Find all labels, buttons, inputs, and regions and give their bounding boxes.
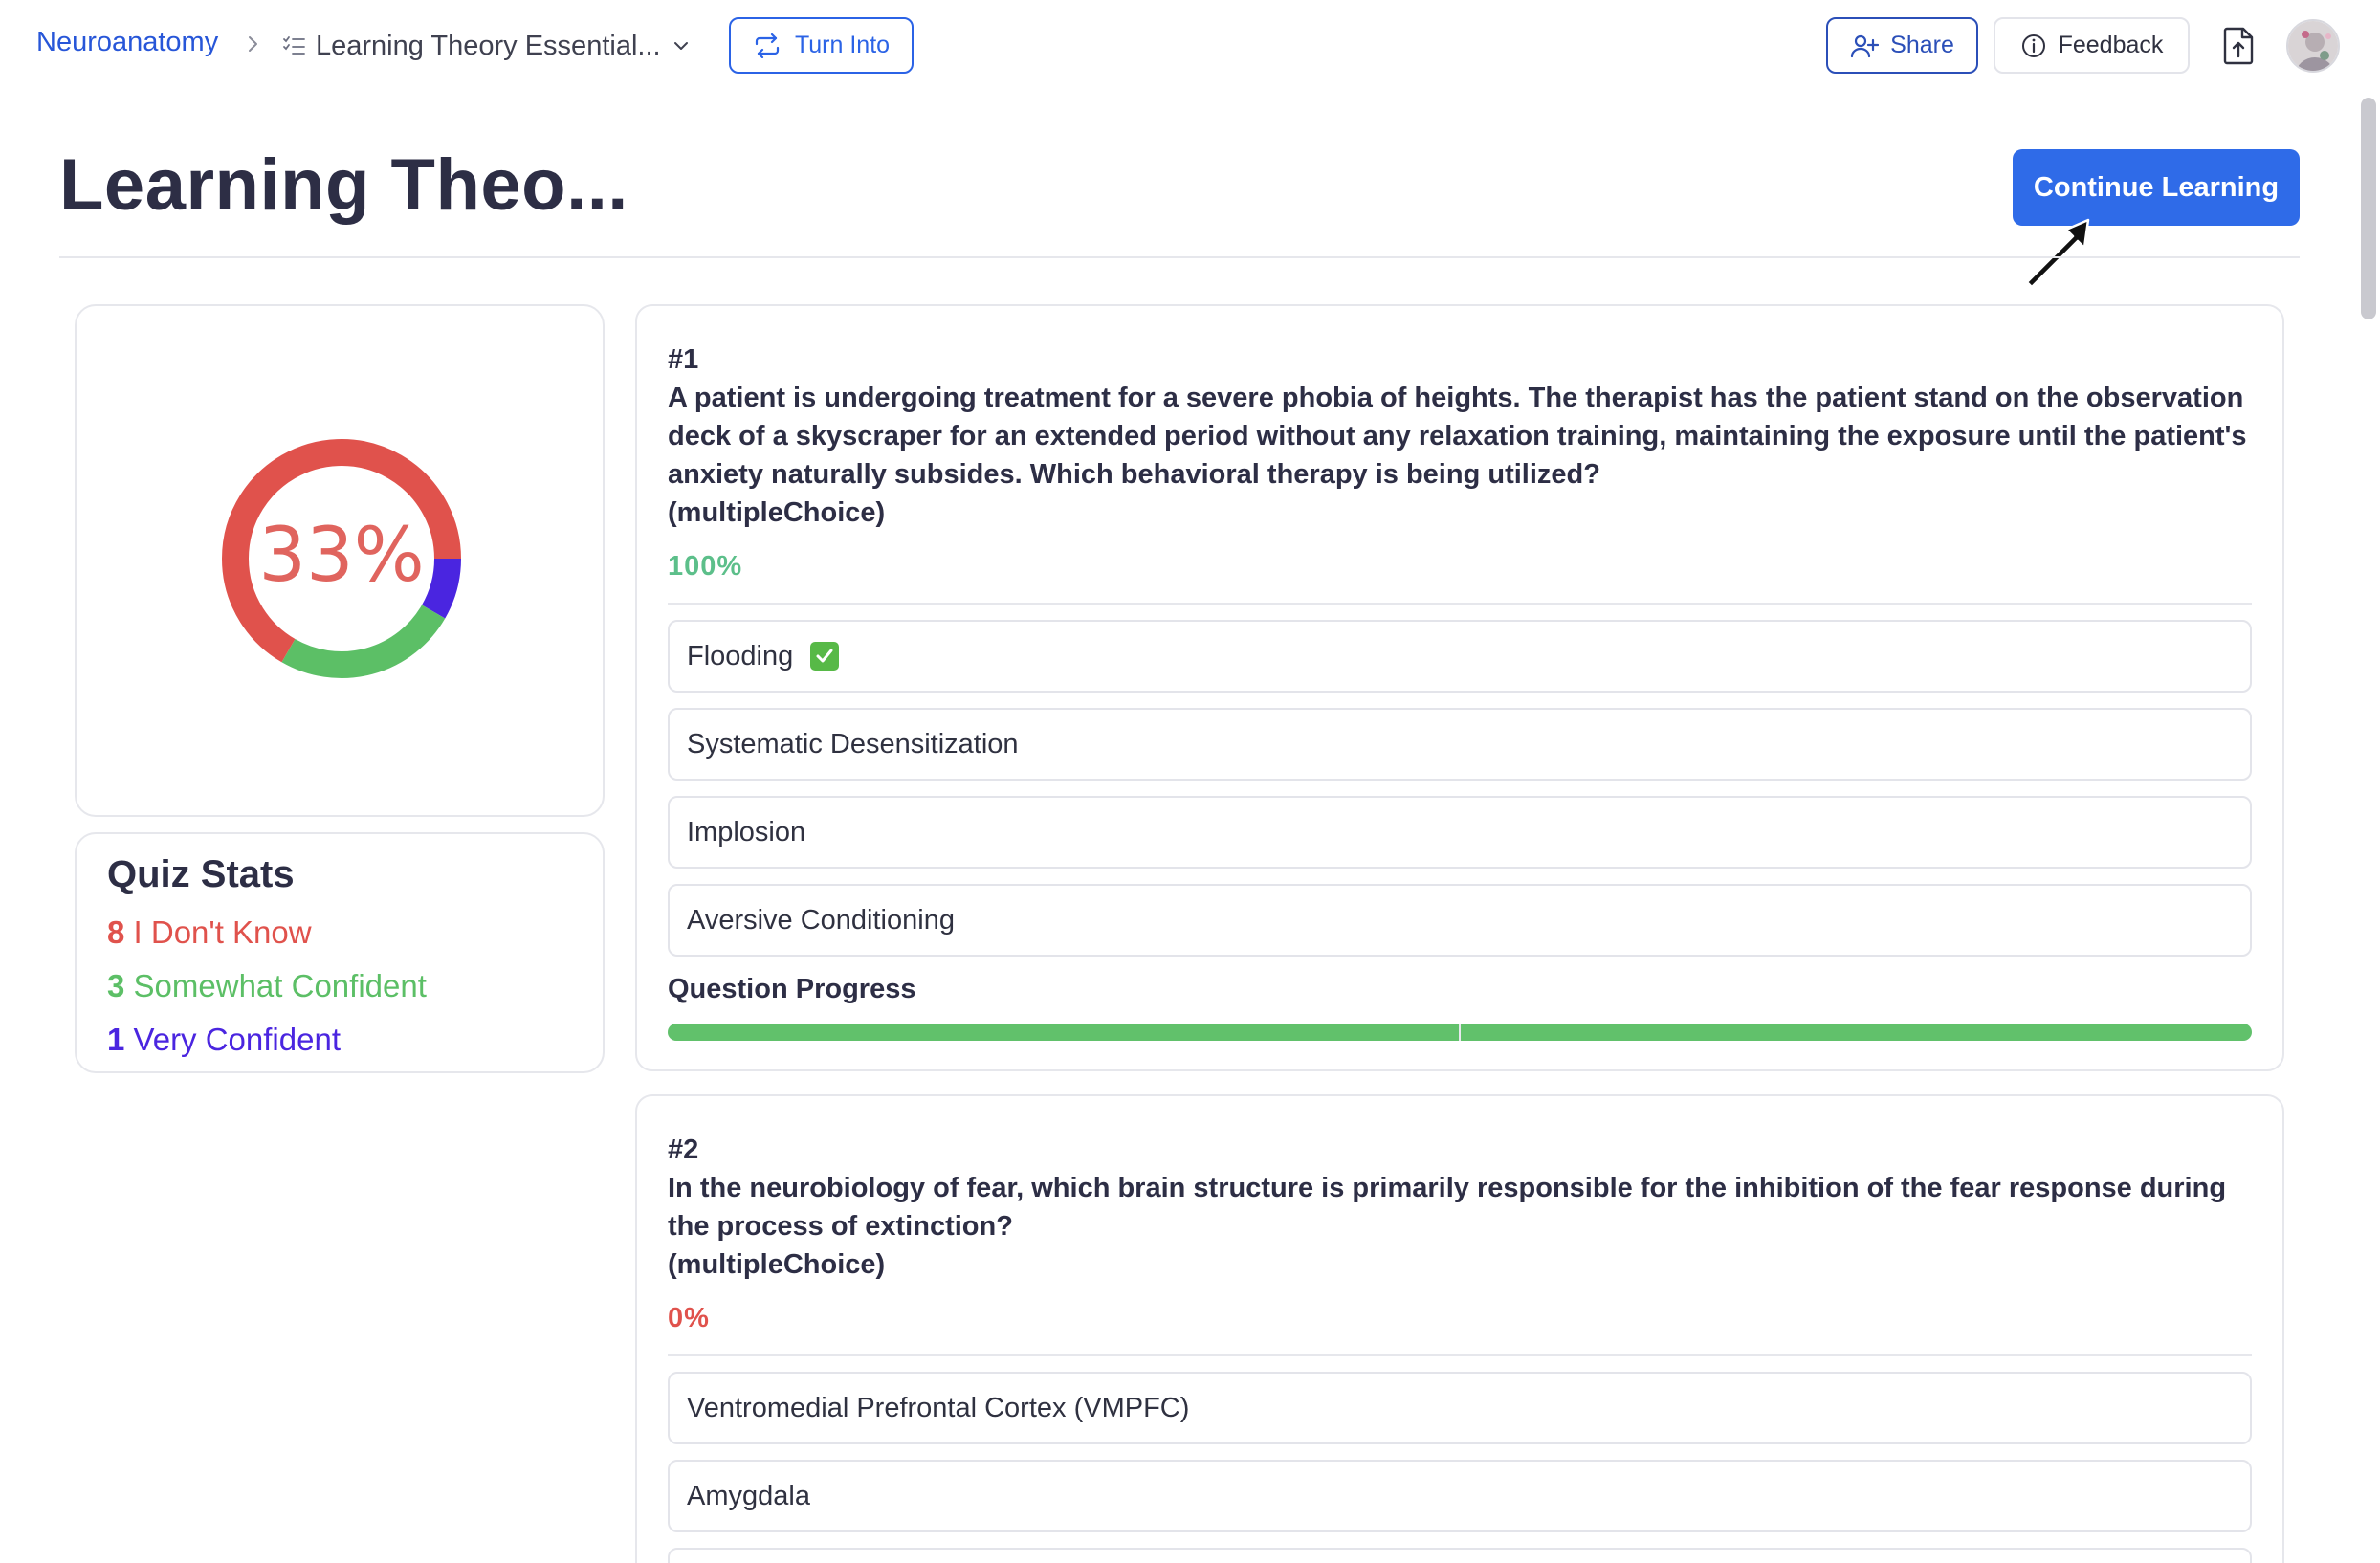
stat-dont-know-label: I Don't Know	[124, 914, 312, 950]
question-text: A patient is undergoing treatment for a …	[668, 383, 2247, 490]
chevron-down-icon	[673, 42, 688, 50]
answer-option[interactable]: Amygdala	[668, 1460, 2252, 1532]
repeat-icon	[755, 33, 780, 58]
question-type: (multipleChoice)	[668, 497, 886, 528]
top-bar: Neuroanatomy Learning Theory Essential..…	[0, 0, 2380, 92]
stat-very-confident: 1 Very Confident	[107, 1013, 572, 1067]
question-card-2: #2 In the neurobiology of fear, which br…	[635, 1094, 2284, 1563]
answer-option[interactable]: Aversive Conditioning	[668, 884, 2252, 957]
stat-very-count: 1	[107, 1022, 125, 1057]
stat-somewhat-count: 3	[107, 968, 125, 1003]
quiz-stats-card: Quiz Stats 8 I Don't Know 3 Somewhat Con…	[75, 832, 605, 1073]
scrollbar-thumb[interactable]	[2361, 98, 2376, 319]
answer-option[interactable]	[668, 1548, 2252, 1563]
donut-percent-label: 33%	[258, 513, 425, 599]
turn-into-button[interactable]: Turn Into	[729, 17, 914, 74]
question-score: 100%	[668, 551, 743, 582]
question-type: (multipleChoice)	[668, 1249, 886, 1280]
answer-option-label: Flooding	[687, 640, 794, 671]
avatar[interactable]	[2286, 19, 2340, 73]
answer-option[interactable]: Flooding	[668, 620, 2252, 693]
info-icon	[2021, 33, 2045, 57]
quiz-stats-title: Quiz Stats	[107, 853, 295, 895]
question-number: #2	[668, 1134, 699, 1165]
breadcrumb-root-link[interactable]: Neuroanatomy	[36, 27, 218, 58]
question-number: #1	[668, 344, 699, 375]
confidence-donut-card: 33%	[75, 304, 605, 817]
progress-segment	[668, 1024, 1459, 1041]
answer-option-label: Amygdala	[687, 1480, 810, 1511]
question-progress-bar	[668, 1024, 2252, 1041]
question-divider	[668, 603, 2252, 605]
answer-option-label: Implosion	[687, 816, 806, 848]
answer-option[interactable]: Implosion	[668, 796, 2252, 869]
file-export-icon[interactable]	[2221, 27, 2256, 65]
answer-options: Ventromedial Prefrontal Cortex (VMPFC) A…	[668, 1372, 2252, 1563]
avatar-image	[2288, 21, 2338, 71]
question-card-1: #1 A patient is undergoing treatment for…	[635, 304, 2284, 1071]
answer-option-label: Ventromedial Prefrontal Cortex (VMPFC)	[687, 1392, 1190, 1423]
progress-segment	[1461, 1024, 2252, 1041]
user-plus-icon	[1851, 34, 1880, 57]
share-label: Share	[1890, 32, 1954, 58]
feedback-label: Feedback	[2058, 32, 2164, 58]
breadcrumb-current-label: Learning Theory Essential...	[316, 30, 661, 61]
question-progress-label: Question Progress	[668, 974, 916, 1004]
question-score: 0%	[668, 1303, 710, 1333]
share-button[interactable]: Share	[1826, 17, 1978, 74]
chevron-right-icon	[249, 36, 257, 52]
question-divider	[668, 1354, 2252, 1356]
answer-option-label: Aversive Conditioning	[687, 904, 955, 936]
stat-somewhat-confident: 3 Somewhat Confident	[107, 959, 572, 1013]
stat-very-label: Very Confident	[124, 1022, 341, 1057]
check-icon	[810, 642, 840, 671]
breadcrumb-current-doc[interactable]: Learning Theory Essential...	[281, 27, 692, 65]
title-divider	[59, 256, 2300, 258]
question-text: In the neurobiology of fear, which brain…	[668, 1173, 2227, 1242]
donut-segment	[281, 605, 446, 678]
answer-option[interactable]: Ventromedial Prefrontal Cortex (VMPFC)	[668, 1372, 2252, 1444]
answer-options: Flooding Systematic Desensitization Impl…	[668, 620, 2252, 957]
page-title: Learning Theo...	[59, 144, 628, 226]
feedback-button[interactable]: Feedback	[1994, 17, 2190, 74]
stat-somewhat-label: Somewhat Confident	[124, 968, 427, 1003]
answer-option-label: Systematic Desensitization	[687, 728, 1019, 759]
answer-option[interactable]: Systematic Desensitization	[668, 708, 2252, 781]
turn-into-label: Turn Into	[794, 32, 891, 58]
stat-dont-know: 8 I Don't Know	[107, 906, 572, 959]
cursor-arrow-icon	[2025, 218, 2090, 289]
stat-dont-know-count: 8	[107, 914, 125, 950]
list-icon	[283, 36, 305, 55]
